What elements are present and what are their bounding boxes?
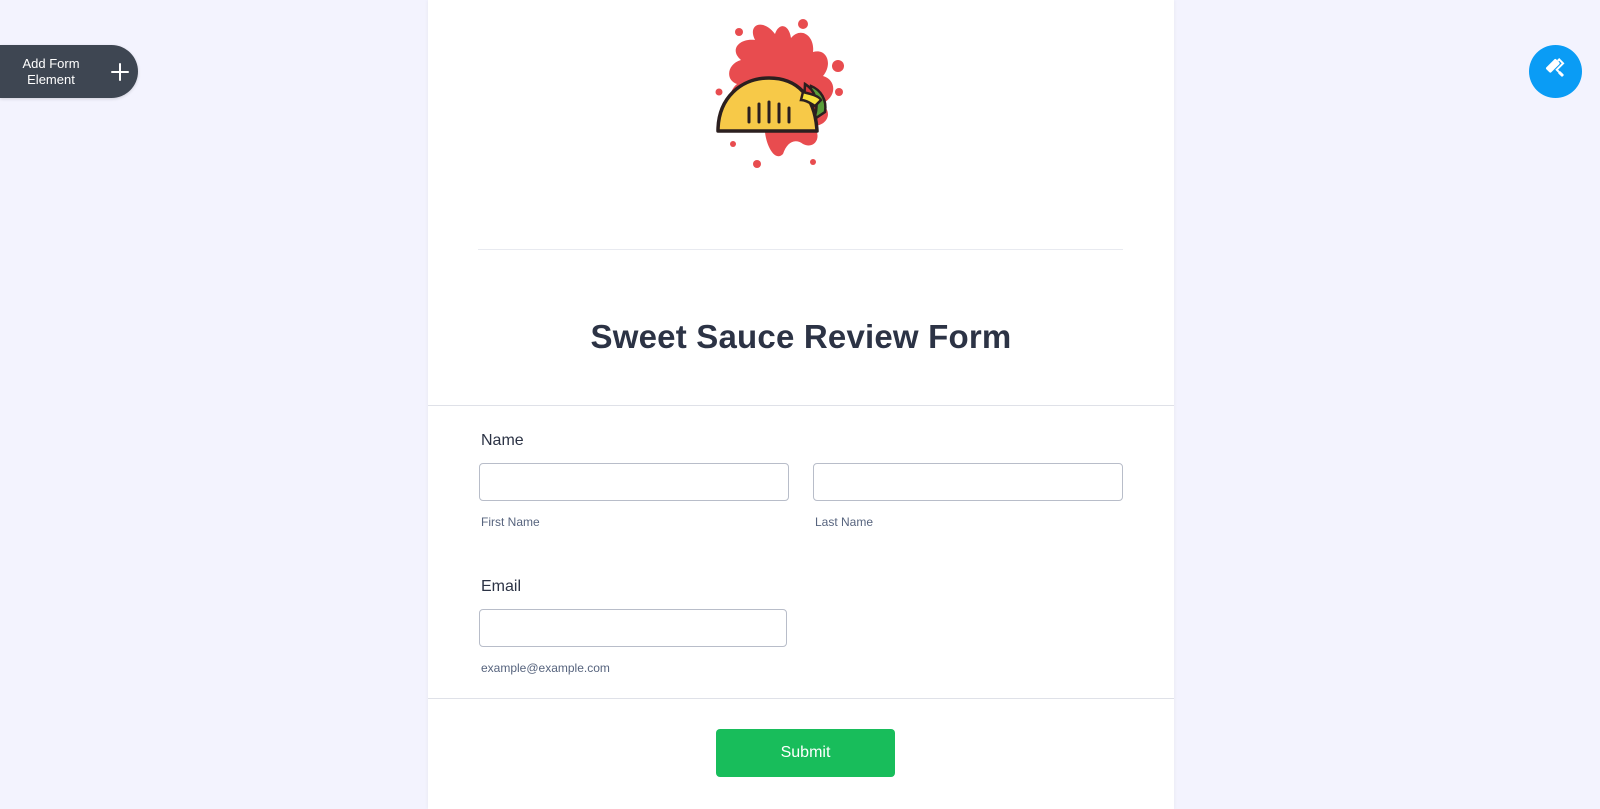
header-divider (478, 249, 1123, 250)
submit-button[interactable]: Submit (716, 729, 895, 777)
paint-roller-icon (1543, 56, 1569, 87)
add-form-element-button[interactable]: Add Form Element (0, 45, 138, 98)
email-label: Email (481, 578, 522, 595)
form-title: Sweet Sauce Review Form (590, 318, 1012, 355)
section-divider (428, 405, 1174, 406)
last-name-input[interactable] (813, 463, 1123, 501)
email-input[interactable] (479, 609, 787, 647)
first-name-sublabel: First Name (481, 515, 540, 529)
last-name-sublabel: Last Name (815, 515, 874, 529)
plus-icon (102, 45, 138, 98)
taco-splash-logo (703, 14, 853, 174)
form-card: Sweet Sauce Review Form Name First Name … (428, 0, 1174, 809)
name-label: Name (481, 432, 524, 449)
form-designer-button[interactable] (1529, 45, 1582, 98)
first-name-input[interactable] (479, 463, 789, 501)
footer-divider (428, 698, 1174, 699)
email-sublabel: example@example.com (481, 661, 610, 675)
add-form-element-label: Add Form Element (22, 55, 80, 87)
